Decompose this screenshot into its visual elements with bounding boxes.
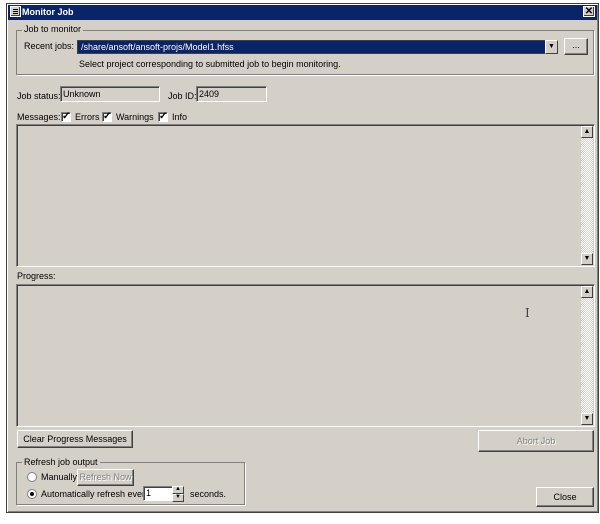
automatic-refresh-radio[interactable] <box>27 489 37 499</box>
progress-text-area[interactable] <box>16 284 595 427</box>
refresh-now-button[interactable]: Refresh Now <box>77 469 134 486</box>
info-checkbox[interactable]: ✓ <box>158 112 168 122</box>
seconds-label: seconds. <box>190 489 227 499</box>
clear-progress-messages-button[interactable]: Clear Progress Messages <box>17 430 133 448</box>
messages-label: Messages: <box>17 112 61 122</box>
progress-label: Progress: <box>17 271 56 281</box>
job-id-field: 2409 <box>196 86 267 102</box>
close-button[interactable]: Close <box>536 487 594 507</box>
close-window-icon[interactable]: ✕ <box>583 6 595 17</box>
refresh-job-output-legend: Refresh job output <box>22 457 100 468</box>
warnings-label: Warnings <box>116 112 154 122</box>
job-hint-text: Select project corresponding to submitte… <box>79 59 341 69</box>
manually-label: Manually <box>41 472 78 482</box>
browse-button[interactable]: ... <box>564 38 588 55</box>
window-menu-icon[interactable] <box>10 6 21 17</box>
title-bar[interactable] <box>8 5 597 20</box>
info-label: Info <box>172 112 188 122</box>
spin-down-icon[interactable]: ▼ <box>172 494 184 502</box>
errors-checkbox[interactable]: ✓ <box>61 112 71 122</box>
messages-scrollbar[interactable] <box>581 126 593 265</box>
text-cursor-icon: I <box>525 306 530 320</box>
progress-scroll-up-icon[interactable]: ▲ <box>581 286 593 298</box>
job-status-label: Job status: <box>17 91 61 101</box>
errors-label: Errors <box>75 112 100 122</box>
automatic-refresh-label: Automatically refresh every <box>41 489 150 499</box>
progress-scrollbar[interactable] <box>581 286 593 425</box>
recent-jobs-dropdown[interactable]: /share/ansoft/ansoft-projs/Model1.hfss <box>77 40 546 54</box>
warnings-checkbox[interactable]: ✓ <box>102 112 112 122</box>
messages-text-area[interactable] <box>16 124 595 267</box>
recent-jobs-label: Recent jobs: <box>24 41 75 51</box>
spin-up-icon[interactable]: ▲ <box>172 486 184 494</box>
job-status-field: Unknown <box>60 86 160 102</box>
messages-scroll-up-icon[interactable]: ▲ <box>581 126 593 138</box>
dropdown-arrow-icon[interactable]: ▼ <box>545 40 558 54</box>
job-to-monitor-legend: Job to monitor <box>22 24 84 35</box>
progress-scroll-down-icon[interactable]: ▼ <box>581 413 593 425</box>
messages-scroll-down-icon[interactable]: ▼ <box>581 253 593 265</box>
manually-radio[interactable] <box>27 472 37 482</box>
refresh-interval-input[interactable]: 1 <box>143 486 173 501</box>
abort-job-button[interactable]: Abort Job <box>478 430 594 452</box>
window-title: Monitor Job <box>22 7 74 17</box>
job-id-label: Job ID: <box>168 91 197 101</box>
